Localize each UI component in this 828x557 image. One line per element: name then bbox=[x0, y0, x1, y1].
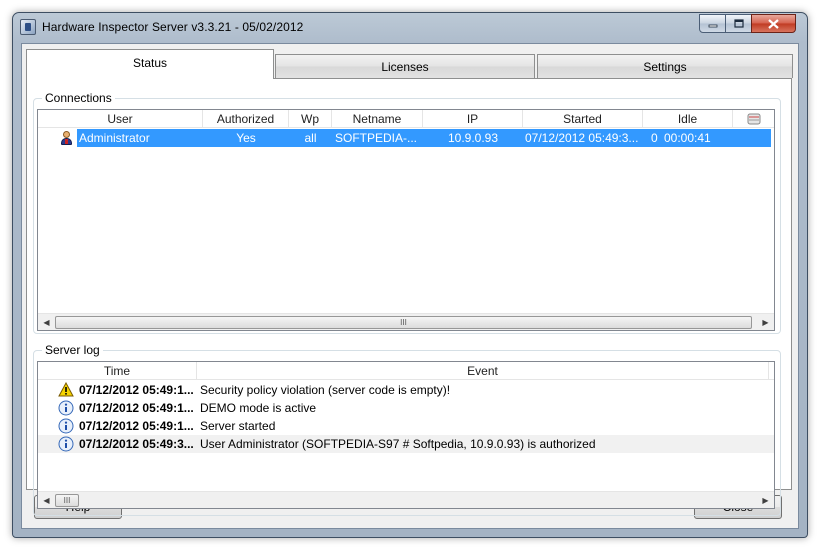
log-row[interactable]: 07/12/2012 05:49:3... User Administrator… bbox=[38, 435, 774, 453]
cell-user: Administrator bbox=[79, 131, 150, 145]
scroll-left-arrow[interactable]: ◀ bbox=[38, 314, 55, 330]
scroll-left-arrow[interactable]: ◀ bbox=[38, 492, 55, 508]
connection-row[interactable]: Administrator Yes all SOFTPEDIA-... 10.9… bbox=[38, 129, 774, 147]
log-time: 07/12/2012 05:49:3... bbox=[79, 437, 194, 451]
log-row[interactable]: 07/12/2012 05:49:1... Security policy vi… bbox=[38, 381, 774, 399]
col-started[interactable]: Started bbox=[523, 110, 643, 128]
maximize-button[interactable] bbox=[725, 14, 752, 33]
cell-started-extra: 0 bbox=[651, 131, 658, 145]
info-icon bbox=[58, 436, 74, 452]
scroll-thumb[interactable]: III bbox=[55, 494, 79, 507]
user-icon bbox=[60, 131, 73, 145]
log-event: Server started bbox=[200, 419, 276, 433]
cell-ip: 10.9.0.93 bbox=[447, 131, 499, 145]
info-icon bbox=[58, 400, 74, 416]
log-row[interactable]: 07/12/2012 05:49:1... DEMO mode is activ… bbox=[38, 399, 774, 417]
cell-authorized: Yes bbox=[236, 131, 256, 145]
scroll-right-arrow[interactable]: ▶ bbox=[757, 492, 774, 508]
info-icon bbox=[58, 418, 74, 434]
connection-row-highlight[interactable]: Administrator Yes all SOFTPEDIA-... 10.9… bbox=[77, 129, 771, 147]
status-panel: Connections User Authorized Wp Netname I… bbox=[26, 78, 792, 516]
log-time: 07/12/2012 05:49:1... bbox=[79, 383, 194, 397]
column-chooser-button[interactable] bbox=[733, 110, 774, 128]
tab-status[interactable]: Status bbox=[26, 49, 274, 79]
server-log-group: Server log Time Event 07/12/2012 05:49:1… bbox=[33, 343, 781, 516]
col-user[interactable]: User bbox=[38, 110, 203, 128]
cell-idle: 00:00:41 bbox=[664, 131, 711, 145]
tab-licenses[interactable]: Licenses bbox=[275, 54, 535, 78]
connections-label: Connections bbox=[42, 91, 115, 105]
server-log-list[interactable]: Time Event 07/12/2012 05:49:1... Securit… bbox=[37, 361, 775, 509]
app-window: Hardware Inspector Server v3.3.21 - 05/0… bbox=[12, 12, 808, 538]
col-event[interactable]: Event bbox=[197, 362, 769, 380]
server-log-label: Server log bbox=[42, 343, 103, 357]
connections-header: User Authorized Wp Netname IP Started Id… bbox=[38, 110, 774, 128]
minimize-button[interactable] bbox=[699, 14, 726, 33]
col-idle[interactable]: Idle bbox=[643, 110, 733, 128]
cell-wp: all bbox=[304, 131, 317, 145]
log-time: 07/12/2012 05:49:1... bbox=[79, 419, 194, 433]
col-wp[interactable]: Wp bbox=[289, 110, 332, 128]
col-ip[interactable]: IP bbox=[423, 110, 523, 128]
tab-settings[interactable]: Settings bbox=[537, 54, 793, 78]
title-bar[interactable]: Hardware Inspector Server v3.3.21 - 05/0… bbox=[13, 13, 807, 43]
app-icon[interactable] bbox=[20, 19, 36, 35]
col-time[interactable]: Time bbox=[38, 362, 197, 380]
server-log-header: Time Event bbox=[38, 362, 774, 380]
column-chooser-icon bbox=[747, 113, 761, 125]
scroll-thumb[interactable]: III bbox=[55, 316, 752, 329]
window-title: Hardware Inspector Server v3.3.21 - 05/0… bbox=[42, 20, 304, 34]
maximize-icon bbox=[733, 19, 744, 28]
log-event: User Administrator (SOFTPEDIA-S97 # Soft… bbox=[200, 437, 596, 451]
col-authorized[interactable]: Authorized bbox=[203, 110, 289, 128]
minimize-icon bbox=[708, 24, 717, 27]
connections-hscrollbar[interactable]: ◀ III ▶ bbox=[38, 313, 774, 330]
cell-netname: SOFTPEDIA-... bbox=[335, 131, 418, 145]
log-event: Security policy violation (server code i… bbox=[200, 383, 451, 397]
cell-started: 07/12/2012 05:49:3... bbox=[525, 131, 639, 145]
close-window-button[interactable] bbox=[751, 14, 796, 33]
scroll-right-arrow[interactable]: ▶ bbox=[757, 314, 774, 330]
log-row[interactable]: 07/12/2012 05:49:1... Server started bbox=[38, 417, 774, 435]
log-event: DEMO mode is active bbox=[200, 401, 317, 415]
log-time: 07/12/2012 05:49:1... bbox=[79, 401, 194, 415]
client-area: Status Licenses Settings Connections Use… bbox=[21, 43, 799, 529]
server-log-hscrollbar[interactable]: ◀ III ▶ bbox=[38, 491, 774, 508]
connections-group: Connections User Authorized Wp Netname I… bbox=[33, 91, 781, 334]
warning-icon bbox=[58, 382, 74, 397]
col-netname[interactable]: Netname bbox=[332, 110, 423, 128]
close-icon bbox=[768, 18, 779, 29]
connections-list[interactable]: User Authorized Wp Netname IP Started Id… bbox=[37, 109, 775, 331]
